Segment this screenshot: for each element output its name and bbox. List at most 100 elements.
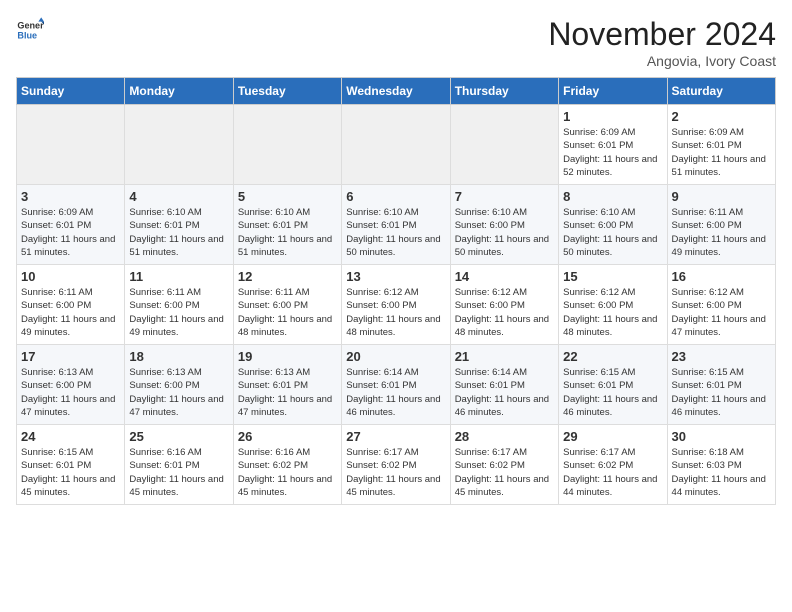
day-info: Sunrise: 6:16 AM Sunset: 6:02 PM Dayligh… xyxy=(238,446,337,499)
svg-text:Blue: Blue xyxy=(17,30,37,40)
day-info: Sunrise: 6:15 AM Sunset: 6:01 PM Dayligh… xyxy=(672,366,771,419)
day-number: 27 xyxy=(346,429,445,444)
location: Angovia, Ivory Coast xyxy=(548,53,776,69)
day-number: 20 xyxy=(346,349,445,364)
day-number: 23 xyxy=(672,349,771,364)
page-header: General Blue November 2024 Angovia, Ivor… xyxy=(16,16,776,69)
day-number: 7 xyxy=(455,189,554,204)
day-cell: 23 Sunrise: 6:15 AM Sunset: 6:01 PM Dayli… xyxy=(667,345,775,425)
day-cell: 18 Sunrise: 6:13 AM Sunset: 6:00 PM Dayli… xyxy=(125,345,233,425)
day-info: Sunrise: 6:12 AM Sunset: 6:00 PM Dayligh… xyxy=(563,286,662,339)
weekday-header-friday: Friday xyxy=(559,78,667,105)
svg-text:General: General xyxy=(17,21,44,31)
day-number: 14 xyxy=(455,269,554,284)
day-cell: 25 Sunrise: 6:16 AM Sunset: 6:01 PM Dayli… xyxy=(125,425,233,505)
day-info: Sunrise: 6:14 AM Sunset: 6:01 PM Dayligh… xyxy=(455,366,554,419)
day-info: Sunrise: 6:13 AM Sunset: 6:00 PM Dayligh… xyxy=(129,366,228,419)
day-number: 21 xyxy=(455,349,554,364)
day-number: 2 xyxy=(672,109,771,124)
weekday-header-tuesday: Tuesday xyxy=(233,78,341,105)
day-info: Sunrise: 6:11 AM Sunset: 6:00 PM Dayligh… xyxy=(672,206,771,259)
day-cell: 17 Sunrise: 6:13 AM Sunset: 6:00 PM Dayli… xyxy=(17,345,125,425)
day-cell: 28Sunrise: 6:17 AM Sunset: 6:02 PM Dayli… xyxy=(450,425,558,505)
day-cell: 8 Sunrise: 6:10 AM Sunset: 6:00 PM Daylig… xyxy=(559,185,667,265)
day-number: 10 xyxy=(21,269,120,284)
week-row-2: 3 Sunrise: 6:09 AM Sunset: 6:01 PM Daylig… xyxy=(17,185,776,265)
day-number: 22 xyxy=(563,349,662,364)
day-cell: 11 Sunrise: 6:11 AM Sunset: 6:00 PM Dayli… xyxy=(125,265,233,345)
day-number: 26 xyxy=(238,429,337,444)
day-info: Sunrise: 6:17 AM Sunset: 6:02 PM Dayligh… xyxy=(563,446,662,499)
day-info: Sunrise: 6:10 AM Sunset: 6:01 PM Dayligh… xyxy=(346,206,445,259)
day-info: Sunrise: 6:11 AM Sunset: 6:00 PM Dayligh… xyxy=(21,286,120,339)
day-cell: 19 Sunrise: 6:13 AM Sunset: 6:01 PM Dayli… xyxy=(233,345,341,425)
day-number: 3 xyxy=(21,189,120,204)
day-cell: 6 Sunrise: 6:10 AM Sunset: 6:01 PM Daylig… xyxy=(342,185,450,265)
day-number: 13 xyxy=(346,269,445,284)
weekday-header-wednesday: Wednesday xyxy=(342,78,450,105)
day-cell: 21 Sunrise: 6:14 AM Sunset: 6:01 PM Dayli… xyxy=(450,345,558,425)
day-info: Sunrise: 6:10 AM Sunset: 6:01 PM Dayligh… xyxy=(238,206,337,259)
day-number: 24 xyxy=(21,429,120,444)
day-info: Sunrise: 6:17 AM Sunset: 6:02 PM Dayligh… xyxy=(346,446,445,499)
day-number: 1 xyxy=(563,109,662,124)
day-cell: 1 Sunrise: 6:09 AM Sunset: 6:01 PM Daylig… xyxy=(559,105,667,185)
day-number: 15 xyxy=(563,269,662,284)
day-info: Sunrise: 6:13 AM Sunset: 6:00 PM Dayligh… xyxy=(21,366,120,419)
day-cell: 2 Sunrise: 6:09 AM Sunset: 6:01 PM Daylig… xyxy=(667,105,775,185)
week-row-1: 1 Sunrise: 6:09 AM Sunset: 6:01 PM Daylig… xyxy=(17,105,776,185)
day-cell xyxy=(450,105,558,185)
day-cell: 14 Sunrise: 6:12 AM Sunset: 6:00 PM Dayli… xyxy=(450,265,558,345)
day-cell: 20 Sunrise: 6:14 AM Sunset: 6:01 PM Dayli… xyxy=(342,345,450,425)
day-info: Sunrise: 6:11 AM Sunset: 6:00 PM Dayligh… xyxy=(129,286,228,339)
day-cell: 16 Sunrise: 6:12 AM Sunset: 6:00 PM Dayli… xyxy=(667,265,775,345)
title-area: November 2024 Angovia, Ivory Coast xyxy=(548,16,776,69)
day-number: 9 xyxy=(672,189,771,204)
day-info: Sunrise: 6:09 AM Sunset: 6:01 PM Dayligh… xyxy=(21,206,120,259)
day-number: 4 xyxy=(129,189,228,204)
day-number: 16 xyxy=(672,269,771,284)
day-number: 11 xyxy=(129,269,228,284)
day-number: 30 xyxy=(672,429,771,444)
day-number: 8 xyxy=(563,189,662,204)
logo-icon: General Blue xyxy=(16,16,44,44)
day-info: Sunrise: 6:10 AM Sunset: 6:00 PM Dayligh… xyxy=(563,206,662,259)
day-info: Sunrise: 6:10 AM Sunset: 6:01 PM Dayligh… xyxy=(129,206,228,259)
day-info: Sunrise: 6:10 AM Sunset: 6:00 PM Dayligh… xyxy=(455,206,554,259)
day-cell xyxy=(342,105,450,185)
day-number: 12 xyxy=(238,269,337,284)
day-number: 6 xyxy=(346,189,445,204)
week-row-5: 24Sunrise: 6:15 AM Sunset: 6:01 PM Dayli… xyxy=(17,425,776,505)
day-number: 17 xyxy=(21,349,120,364)
day-cell: 3 Sunrise: 6:09 AM Sunset: 6:01 PM Daylig… xyxy=(17,185,125,265)
day-info: Sunrise: 6:09 AM Sunset: 6:01 PM Dayligh… xyxy=(563,126,662,179)
day-info: Sunrise: 6:16 AM Sunset: 6:01 PM Dayligh… xyxy=(129,446,228,499)
day-info: Sunrise: 6:18 AM Sunset: 6:03 PM Dayligh… xyxy=(672,446,771,499)
day-cell: 15 Sunrise: 6:12 AM Sunset: 6:00 PM Dayli… xyxy=(559,265,667,345)
day-info: Sunrise: 6:15 AM Sunset: 6:01 PM Dayligh… xyxy=(563,366,662,419)
day-info: Sunrise: 6:09 AM Sunset: 6:01 PM Dayligh… xyxy=(672,126,771,179)
day-info: Sunrise: 6:13 AM Sunset: 6:01 PM Dayligh… xyxy=(238,366,337,419)
day-info: Sunrise: 6:11 AM Sunset: 6:00 PM Dayligh… xyxy=(238,286,337,339)
day-cell: 7 Sunrise: 6:10 AM Sunset: 6:00 PM Daylig… xyxy=(450,185,558,265)
day-cell: 29Sunrise: 6:17 AM Sunset: 6:02 PM Dayli… xyxy=(559,425,667,505)
day-number: 18 xyxy=(129,349,228,364)
day-info: Sunrise: 6:12 AM Sunset: 6:00 PM Dayligh… xyxy=(455,286,554,339)
day-cell: 5Sunrise: 6:10 AM Sunset: 6:01 PM Daylig… xyxy=(233,185,341,265)
day-cell: 13Sunrise: 6:12 AM Sunset: 6:00 PM Dayli… xyxy=(342,265,450,345)
weekday-header-thursday: Thursday xyxy=(450,78,558,105)
day-info: Sunrise: 6:14 AM Sunset: 6:01 PM Dayligh… xyxy=(346,366,445,419)
week-row-4: 17 Sunrise: 6:13 AM Sunset: 6:00 PM Dayli… xyxy=(17,345,776,425)
day-cell: 12 Sunrise: 6:11 AM Sunset: 6:00 PM Dayli… xyxy=(233,265,341,345)
day-number: 25 xyxy=(129,429,228,444)
day-cell: 9 Sunrise: 6:11 AM Sunset: 6:00 PM Daylig… xyxy=(667,185,775,265)
day-cell: 26 Sunrise: 6:16 AM Sunset: 6:02 PM Dayli… xyxy=(233,425,341,505)
month-title: November 2024 xyxy=(548,16,776,53)
day-number: 19 xyxy=(238,349,337,364)
day-cell: 24Sunrise: 6:15 AM Sunset: 6:01 PM Dayli… xyxy=(17,425,125,505)
day-info: Sunrise: 6:12 AM Sunset: 6:00 PM Dayligh… xyxy=(672,286,771,339)
weekday-header-row: SundayMondayTuesdayWednesdayThursdayFrid… xyxy=(17,78,776,105)
day-cell xyxy=(125,105,233,185)
day-info: Sunrise: 6:17 AM Sunset: 6:02 PM Dayligh… xyxy=(455,446,554,499)
logo: General Blue xyxy=(16,16,44,44)
